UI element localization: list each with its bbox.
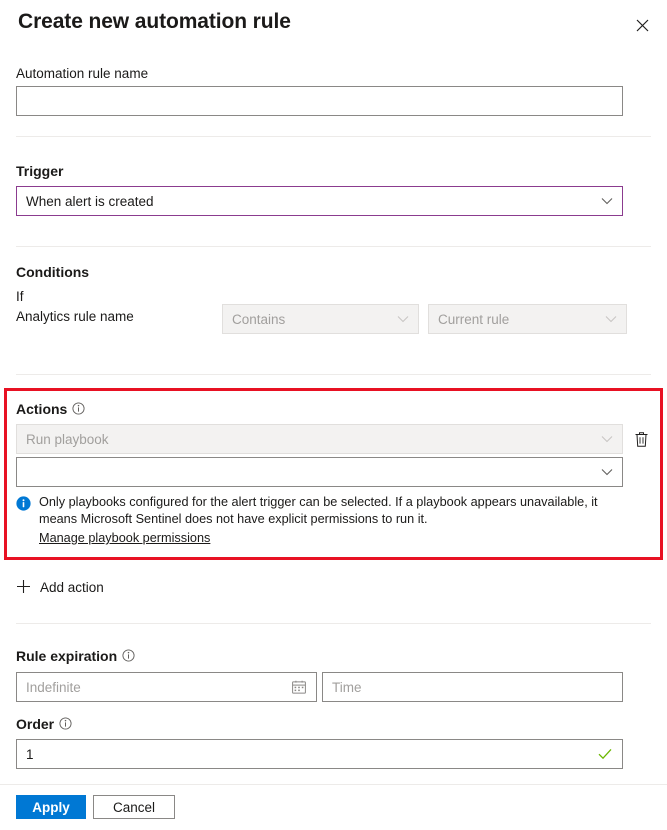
dialog-header: Create new automation rule	[0, 0, 667, 52]
automation-rule-name-label: Automation rule name	[16, 66, 149, 81]
trash-icon[interactable]	[627, 424, 655, 454]
condition-value-select[interactable]: Current rule	[428, 304, 627, 334]
chevron-down-icon	[596, 425, 618, 453]
chevron-down-icon	[600, 305, 622, 333]
order-label: Order	[16, 716, 72, 732]
actions-label: Actions	[16, 401, 85, 417]
divider-name-trigger	[16, 136, 651, 137]
chevron-down-icon	[596, 458, 618, 486]
trigger-label: Trigger	[16, 163, 64, 179]
apply-button[interactable]: Apply	[16, 795, 86, 819]
rule-expiration-date-input[interactable]: Indefinite	[16, 672, 317, 702]
action-type-value: Run playbook	[26, 431, 109, 447]
condition-operator-value: Contains	[232, 311, 286, 327]
create-automation-rule-dialog: Create new automation rule Automation ru…	[0, 0, 667, 830]
divider-actions-expiration	[16, 623, 651, 624]
calendar-icon[interactable]	[290, 679, 308, 695]
condition-value-value: Current rule	[438, 311, 510, 327]
action-type-select[interactable]: Run playbook	[16, 424, 623, 454]
info-filled-icon	[16, 496, 31, 511]
rule-expiration-label: Rule expiration	[16, 648, 135, 664]
divider-trigger-conditions	[16, 246, 651, 247]
conditions-label: Conditions	[16, 264, 90, 280]
rule-expiration-time-input[interactable]: Time	[322, 672, 623, 702]
condition-property-label: Analytics rule name	[16, 309, 134, 324]
playbook-notice: Only playbooks configured for the alert …	[16, 494, 636, 547]
cancel-button[interactable]: Cancel	[93, 795, 175, 819]
divider-conditions-actions	[16, 374, 651, 375]
order-input[interactable]: 1	[16, 739, 623, 769]
conditions-if-label: If	[16, 289, 24, 304]
info-circle-icon[interactable]	[72, 402, 85, 415]
rule-expiration-date-placeholder: Indefinite	[26, 679, 81, 695]
add-action-button[interactable]: Add action	[16, 579, 104, 595]
add-action-label: Add action	[40, 579, 104, 595]
footer-divider	[0, 784, 667, 785]
manage-playbook-permissions-link[interactable]: Manage playbook permissions	[39, 530, 210, 547]
rule-expiration-time-placeholder: Time	[332, 679, 362, 695]
chevron-down-icon	[596, 187, 618, 215]
rule-expiration-label-text: Rule expiration	[16, 648, 118, 664]
playbook-notice-text: Only playbooks configured for the alert …	[39, 495, 598, 526]
checkmark-icon	[596, 746, 614, 762]
page-title: Create new automation rule	[18, 10, 291, 33]
close-icon[interactable]	[626, 9, 658, 41]
order-value: 1	[26, 746, 34, 762]
trigger-selected-value: When alert is created	[26, 193, 154, 209]
actions-label-text: Actions	[16, 401, 68, 417]
playbook-select[interactable]	[16, 457, 623, 487]
info-circle-icon[interactable]	[59, 717, 72, 730]
plus-icon	[16, 579, 32, 595]
order-label-text: Order	[16, 716, 55, 732]
condition-operator-select[interactable]: Contains	[222, 304, 419, 334]
trigger-select[interactable]: When alert is created	[16, 186, 623, 216]
info-circle-icon[interactable]	[122, 649, 135, 662]
automation-rule-name-input[interactable]	[16, 86, 623, 116]
chevron-down-icon	[392, 305, 414, 333]
